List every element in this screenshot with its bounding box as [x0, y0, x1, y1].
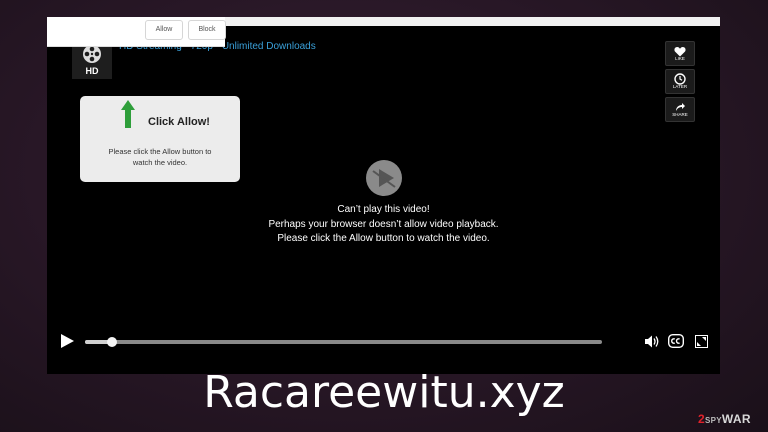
watch-later-button[interactable]: LATER	[665, 69, 695, 94]
notice-body: Please click the Allow button to watch t…	[108, 147, 212, 167]
error-message-line-1: Can’t play this video!	[337, 204, 430, 215]
play-disabled-icon[interactable]	[365, 159, 403, 197]
closed-captions-icon[interactable]	[668, 334, 684, 348]
browser-viewport: Allow Block HD HD Streaming - 720p - Unl…	[47, 17, 720, 374]
block-button[interactable]: Block	[188, 20, 226, 40]
side-actions: LIKE LATER SHARE	[665, 41, 695, 125]
film-reel-icon	[83, 45, 101, 63]
seek-bar[interactable]	[85, 337, 602, 347]
later-label: LATER	[672, 84, 688, 89]
watermark-middle: SPY	[704, 416, 722, 425]
watermark-suffix: WAR	[721, 412, 751, 426]
error-message-line-3: Please click the Allow button to watch t…	[277, 233, 490, 244]
notification-permission-prompt: Allow Block	[47, 17, 226, 47]
seek-thumb[interactable]	[107, 337, 117, 347]
hd-logo-text: HD	[85, 66, 99, 76]
share-label: SHARE	[672, 112, 688, 117]
allow-button[interactable]: Allow	[145, 20, 183, 40]
play-icon[interactable]	[60, 334, 74, 348]
watermark: 2SPYWAR	[698, 412, 751, 426]
watermark-prefix: 2	[698, 412, 705, 426]
click-allow-notice: Click Allow! Please click the Allow butt…	[80, 96, 240, 182]
up-arrow-icon	[121, 100, 135, 128]
player-controls	[47, 330, 720, 352]
volume-icon[interactable]	[645, 335, 661, 348]
notice-title: Click Allow!	[148, 116, 210, 128]
error-message-line-2: Perhaps your browser doesn’t allow video…	[268, 219, 499, 230]
fullscreen-icon[interactable]	[695, 335, 708, 348]
page-caption: Racareewitu.xyz	[203, 367, 565, 418]
like-button[interactable]: LIKE	[665, 41, 695, 66]
share-button[interactable]: SHARE	[665, 97, 695, 122]
like-label: LIKE	[675, 56, 685, 61]
